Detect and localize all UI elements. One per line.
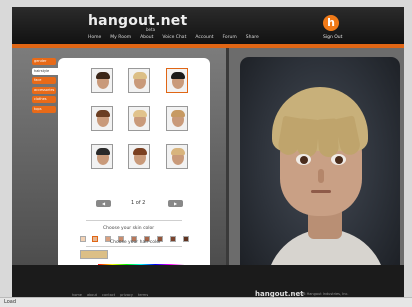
tab-accessories[interactable]: accessories — [32, 86, 56, 94]
section-divider — [86, 220, 182, 221]
avatar-mouth — [311, 190, 331, 193]
browser-frame: hangout.net beta Home My Room About Voic… — [0, 0, 412, 307]
hairstyle-option-selected[interactable] — [166, 68, 188, 93]
skin-swatch[interactable] — [183, 236, 189, 242]
section-divider — [86, 246, 182, 247]
avatar-eye-right — [331, 154, 346, 165]
browser-status-bar: Load — [0, 297, 412, 307]
hairstyle-option[interactable] — [128, 106, 150, 131]
sign-out-link[interactable]: Sign Out — [323, 35, 342, 40]
hair-thumb — [133, 148, 147, 155]
hair-thumb — [171, 110, 185, 117]
hair-thumb — [171, 148, 185, 155]
iris — [335, 156, 343, 164]
avatar-preview[interactable] — [240, 57, 400, 286]
main-nav: Home My Room About Voice Chat Account Fo… — [88, 34, 259, 42]
copyright-text: © 2006 Hangout Industries, Inc. — [292, 292, 349, 296]
hairstyle-option[interactable] — [128, 144, 150, 169]
hairstyle-option[interactable] — [91, 68, 113, 93]
hair-thumb — [96, 110, 110, 117]
tab-tops[interactable]: tops — [32, 105, 56, 113]
hair-color-label: Choose your hair color — [110, 240, 161, 245]
prev-page-button[interactable]: ◀ — [96, 200, 111, 207]
hairstyle-option[interactable] — [166, 144, 188, 169]
app-window: hangout.net beta Home My Room About Voic… — [12, 7, 404, 297]
hairstyle-option[interactable] — [91, 106, 113, 131]
pager-text: 1 of 2 — [131, 200, 146, 206]
avatar-nose — [318, 169, 324, 183]
hairstyle-option[interactable] — [91, 144, 113, 169]
category-tabs: gender hairstyle face accessories clothe… — [32, 58, 62, 115]
site-logo[interactable]: hangout.net — [88, 13, 187, 29]
hairstyle-option[interactable] — [128, 68, 150, 93]
avatar-eye-left — [296, 154, 311, 165]
skin-swatch-selected[interactable] — [92, 236, 98, 242]
nav-voice-chat[interactable]: Voice Chat — [162, 34, 186, 42]
tab-gender[interactable]: gender — [32, 58, 56, 65]
hair-color-preview — [80, 250, 108, 259]
skin-swatch[interactable] — [80, 236, 86, 242]
nav-my-room[interactable]: My Room — [110, 34, 131, 42]
hair-thumb — [96, 148, 110, 155]
next-page-button[interactable]: ▶ — [168, 200, 183, 207]
options-panel: ◀ 1 of 2 ▶ Choose your skin color Choose… — [58, 58, 210, 280]
skin-swatch[interactable] — [170, 236, 176, 242]
top-bar: hangout.net beta Home My Room About Voic… — [12, 7, 404, 44]
hair-thumb — [171, 72, 185, 79]
hair-thumb — [133, 110, 147, 117]
nav-account[interactable]: Account — [195, 34, 213, 42]
nav-share[interactable]: Share — [246, 34, 259, 42]
hairstyle-option[interactable] — [166, 106, 188, 131]
tab-clothes[interactable]: clothes — [32, 96, 56, 103]
h-logo-icon: h — [323, 15, 339, 31]
hair-thumb — [96, 72, 110, 79]
nav-home[interactable]: Home — [88, 34, 101, 42]
chevron-left-icon: ◀ — [102, 201, 106, 206]
nav-forum[interactable]: Forum — [223, 34, 237, 42]
nav-about[interactable]: About — [140, 34, 153, 42]
chevron-right-icon: ▶ — [174, 201, 178, 206]
hair-thumb — [133, 72, 147, 79]
logo-sub: beta — [146, 27, 156, 32]
iris — [300, 156, 308, 164]
tab-face[interactable]: face — [32, 77, 56, 84]
status-text: Load — [4, 299, 16, 305]
skin-color-label: Choose your skin color — [103, 226, 155, 231]
